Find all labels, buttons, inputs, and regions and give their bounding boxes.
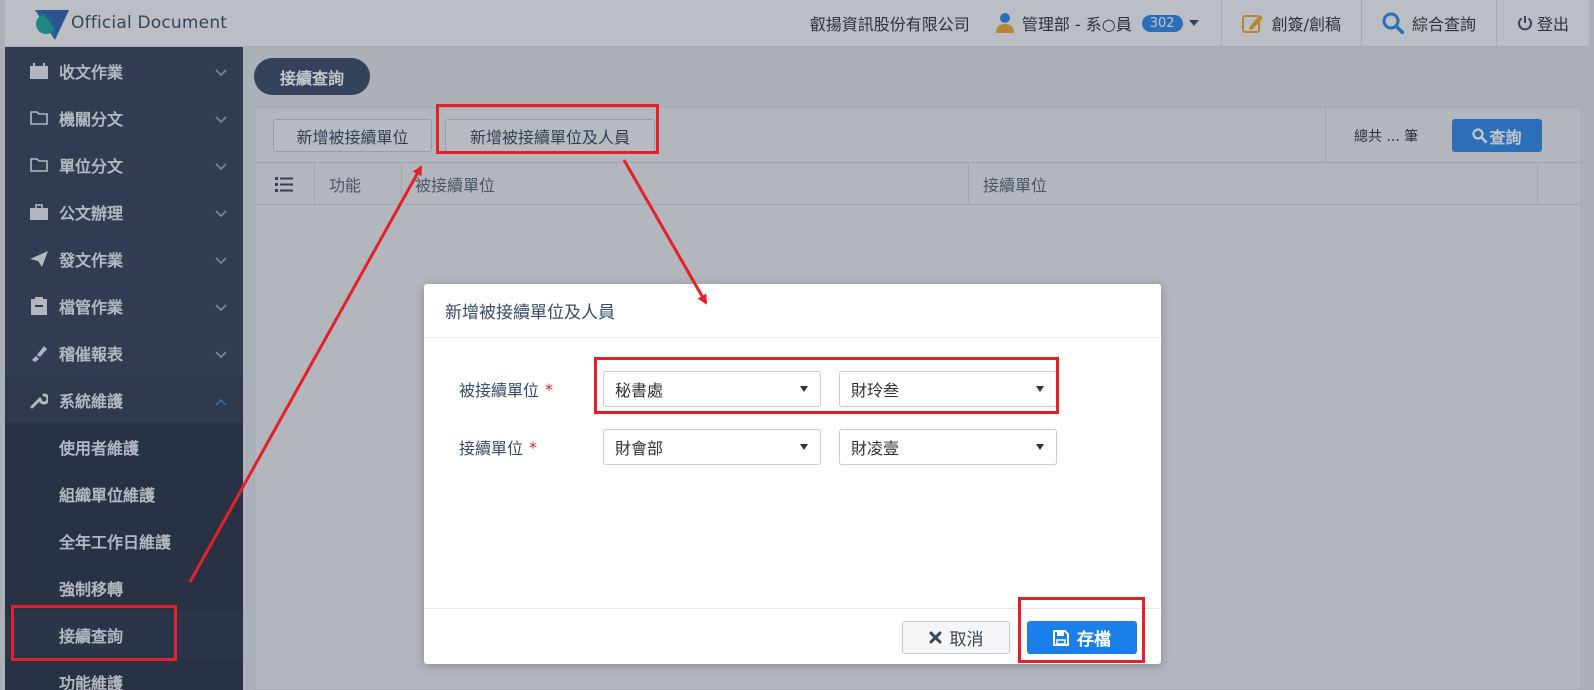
successor-row: 接續單位 * 財會部 財凌壹 xyxy=(424,429,1161,465)
successor-person-select[interactable]: 財凌壹 xyxy=(839,429,1057,465)
predecessor-row: 被接續單位 * 秘書處 財玲叁 xyxy=(424,371,1161,407)
predecessor-person-select[interactable]: 財玲叁 xyxy=(839,371,1057,407)
predecessor-unit-select[interactable]: 秘書處 xyxy=(603,371,821,407)
add-succession-dialog: 新增被接續單位及人員 被接續單位 * 秘書處 財玲叁 接續單位 * 財會部 財凌… xyxy=(424,284,1161,664)
cancel-button[interactable]: 取消 xyxy=(902,621,1010,654)
successor-label: 接續單位 * xyxy=(459,437,538,459)
close-icon xyxy=(929,631,942,644)
caret-down-icon xyxy=(800,444,808,450)
required-mark: * xyxy=(529,437,538,457)
caret-down-icon xyxy=(1036,444,1044,450)
successor-unit-select[interactable]: 財會部 xyxy=(603,429,821,465)
dialog-footer: 取消 存檔 xyxy=(424,608,1161,664)
save-button[interactable]: 存檔 xyxy=(1027,621,1137,654)
caret-down-icon xyxy=(1036,386,1044,392)
predecessor-label: 被接續單位 * xyxy=(459,379,554,401)
dialog-title: 新增被接續單位及人員 xyxy=(424,284,1161,338)
floppy-disk-icon xyxy=(1053,629,1069,646)
required-mark: * xyxy=(545,379,554,399)
caret-down-icon xyxy=(800,386,808,392)
